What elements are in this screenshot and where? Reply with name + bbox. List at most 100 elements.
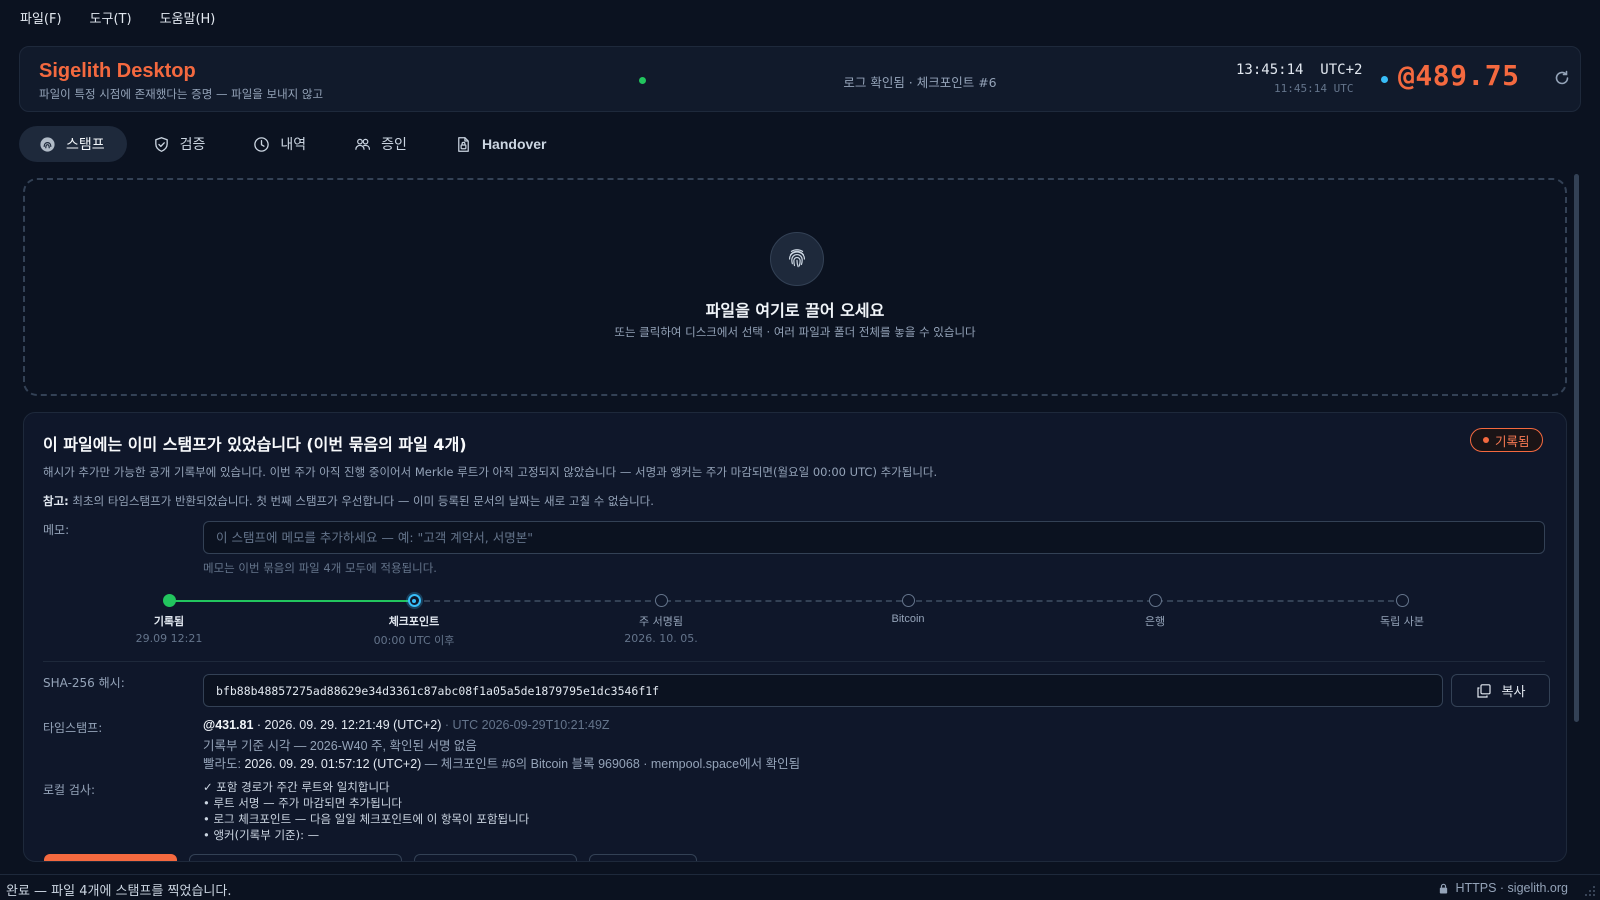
status-badge: 기록됨 <box>1470 428 1543 452</box>
tab-history-label: 내역 <box>280 137 307 153</box>
timestamp-local: · 2026. 09. 29. 12:21:49 (UTC+2) <box>253 718 442 732</box>
step-node <box>1395 594 1409 607</box>
tab-stamp-label: 스탬프 <box>66 137 105 153</box>
menu-file[interactable]: 파일(F) <box>20 8 62 27</box>
step-label: 주 서명됨 <box>639 615 683 628</box>
earliest-detail: — 체크포인트 #6의 Bitcoin 블록 969068 · mempool.… <box>421 757 801 771</box>
primary-action-button[interactable] <box>44 854 177 861</box>
app-subtitle: 파일이 특정 시점에 존재했다는 증명 — 파일을 보내지 않고 <box>39 87 324 101</box>
copy-button[interactable]: 복사 <box>1451 674 1550 707</box>
check-item: ✓ 포함 경로가 주간 루트와 일치합니다 <box>203 780 390 794</box>
timestamp-line-1: @431.81 · 2026. 09. 29. 12:21:49 (UTC+2)… <box>203 717 610 732</box>
step-node <box>654 594 668 607</box>
timestamp-line-2: 기록부 기준 시각 — 2026-W40 주, 확인된 서명 없음 <box>203 739 477 753</box>
divider <box>43 661 1545 662</box>
lock-icon <box>1440 883 1448 894</box>
sync-status-dot <box>1381 76 1388 83</box>
step-node <box>1148 594 1162 607</box>
drop-zone-title: 파일을 여기로 끌어 오세요 <box>705 301 885 320</box>
action-button[interactable] <box>414 854 577 861</box>
badge-label: 기록됨 <box>1495 433 1530 449</box>
step-sub: 29.09 12:21 <box>135 632 203 645</box>
timestamp-label: 타임스탬프: <box>43 721 103 735</box>
step-node <box>162 594 176 607</box>
local-clock: 13:45:14 UTC+2 <box>1236 62 1363 78</box>
drop-zone-subtitle: 또는 클릭하여 디스크에서 선택 · 여러 파일과 폴더 전체를 놓을 수 있습… <box>614 325 976 339</box>
connection-status-dot <box>639 77 646 84</box>
tab-history[interactable]: 내역 <box>233 126 328 162</box>
file-drop-zone[interactable]: 파일을 여기로 끌어 오세요 또는 클릭하여 디스크에서 선택 · 여러 파일과… <box>23 178 1567 396</box>
status-message: 완료 — 파일 4개에 스탬프를 찍었습니다. <box>6 884 232 899</box>
step-sub: 00:00 UTC 이후 <box>373 634 455 647</box>
step-independent-copy: 독립 사본 <box>1322 589 1482 629</box>
tab-witness-label: 증인 <box>381 137 407 153</box>
memo-label: 메모: <box>43 523 70 537</box>
app-title: Sigelith Desktop <box>39 60 196 82</box>
refresh-icon[interactable] <box>1552 68 1572 88</box>
log-status: 로그 확인됨 · 체크포인트 #6 <box>843 75 997 90</box>
earliest-prefix: 빨라도: <box>203 757 245 771</box>
status-bar: 완료 — 파일 4개에 스탬프를 찍었습니다. HTTPS · sigelith… <box>0 874 1600 900</box>
step-node <box>407 594 421 607</box>
fingerprint-icon <box>40 136 55 152</box>
badge-dot <box>1483 437 1489 443</box>
step-node <box>901 594 915 607</box>
document-lock-icon <box>458 136 469 152</box>
memo-help: 메모는 이번 묶음의 파일 4개 모두에 적용됩니다. <box>203 561 437 575</box>
step-label: 독립 사본 <box>1380 615 1424 628</box>
tab-handover-label: Handover <box>481 136 547 152</box>
progress-track: 기록됨 29.09 12:21 체크포인트 00:00 UTC 이후 주 서명됨… <box>24 589 1566 649</box>
check-item: • 루트 서명 — 주가 마감되면 추가됩니다 <box>203 796 402 810</box>
tab-handover[interactable]: Handover <box>435 126 569 162</box>
people-icon <box>355 138 371 150</box>
copy-icon <box>1476 683 1491 698</box>
beat-counter: @489.75 <box>1398 59 1520 92</box>
resize-grip-icon[interactable] <box>1584 885 1596 897</box>
menu-tools[interactable]: 도구(T) <box>90 8 132 27</box>
note-prefix: 참고: <box>43 494 69 508</box>
clock-icon <box>254 136 270 152</box>
result-title: 이 파일에는 이미 스탬프가 있었습니다 (이번 묶음의 파일 4개) <box>43 435 467 454</box>
note-text: 최초의 타임스탬프가 반환되었습니다. 첫 번째 스탬프가 우선합니다 — 이미… <box>68 494 654 508</box>
step-label: Bitcoin <box>891 613 925 625</box>
timestamp-line-3: 빨라도: 2026. 09. 29. 01:57:12 (UTC+2) — 체크… <box>203 753 800 772</box>
result-note: 참고: 최초의 타임스탬프가 반환되었습니다. 첫 번째 스탬프가 우선합니다 … <box>43 493 654 509</box>
app-header: Sigelith Desktop 파일이 특정 시점에 존재했다는 증명 — 파… <box>19 46 1581 112</box>
step-bank: 은행 <box>1075 589 1235 629</box>
step-checkpoint: 체크포인트 00:00 UTC 이후 <box>334 589 494 648</box>
hash-field[interactable]: bfb88b48857275ad88629e34d3361c87abc08f1a… <box>203 674 1443 707</box>
timestamp-utc: · UTC 2026-09-29T10:21:49Z <box>441 718 610 732</box>
step-label: 체크포인트 <box>388 615 440 628</box>
utc-clock: 11:45:14 UTC <box>1274 82 1354 95</box>
step-label: 은행 <box>1144 615 1166 628</box>
step-week-signed: 주 서명됨 2026. 10. 05. <box>581 589 741 645</box>
copy-label: 복사 <box>1501 685 1526 700</box>
menu-help[interactable]: 도움말(H) <box>160 8 216 27</box>
step-recorded: 기록됨 29.09 12:21 <box>89 589 249 645</box>
connection-text: HTTPS · sigelith.org <box>1455 881 1568 895</box>
timestamp-beat: @431.81 <box>203 718 254 732</box>
stamp-result-card: 이 파일에는 이미 스탬프가 있었습니다 (이번 묶음의 파일 4개) 기록됨 … <box>23 412 1567 862</box>
vertical-scrollbar[interactable] <box>1574 174 1579 722</box>
action-button[interactable] <box>189 854 402 861</box>
local-check-label: 로컬 검사: <box>43 783 96 797</box>
tab-verify[interactable]: 검증 <box>133 126 228 162</box>
connection-info: HTTPS · sigelith.org <box>1438 881 1568 895</box>
action-button[interactable] <box>589 854 697 861</box>
main-tabs: 스탬프 검증 내역 증인 Handover <box>19 126 569 162</box>
earliest-date: 2026. 09. 29. 01:57:12 (UTC+2) <box>244 757 422 771</box>
hash-label: SHA-256 해시: <box>43 676 125 690</box>
step-label: 기록됨 <box>153 615 185 628</box>
shield-check-icon <box>154 136 168 152</box>
tab-stamp[interactable]: 스탬프 <box>19 126 127 162</box>
tab-verify-label: 검증 <box>179 137 206 153</box>
result-description: 해시가 추가만 가능한 공개 기록부에 있습니다. 이번 주가 아직 진행 중이… <box>43 465 938 479</box>
check-item: • 앵커(기록부 기준): — <box>203 828 320 842</box>
fingerprint-icon <box>770 232 824 286</box>
menu-bar: 파일(F) 도구(T) 도움말(H) <box>0 0 1600 34</box>
step-bitcoin: Bitcoin <box>828 589 988 625</box>
check-item: • 로그 체크포인트 — 다음 일일 체크포인트에 이 항목이 포함됩니다 <box>203 812 530 826</box>
step-sub: 2026. 10. 05. <box>624 632 698 645</box>
memo-input[interactable] <box>203 521 1545 554</box>
tab-witness[interactable]: 증인 <box>334 126 429 162</box>
